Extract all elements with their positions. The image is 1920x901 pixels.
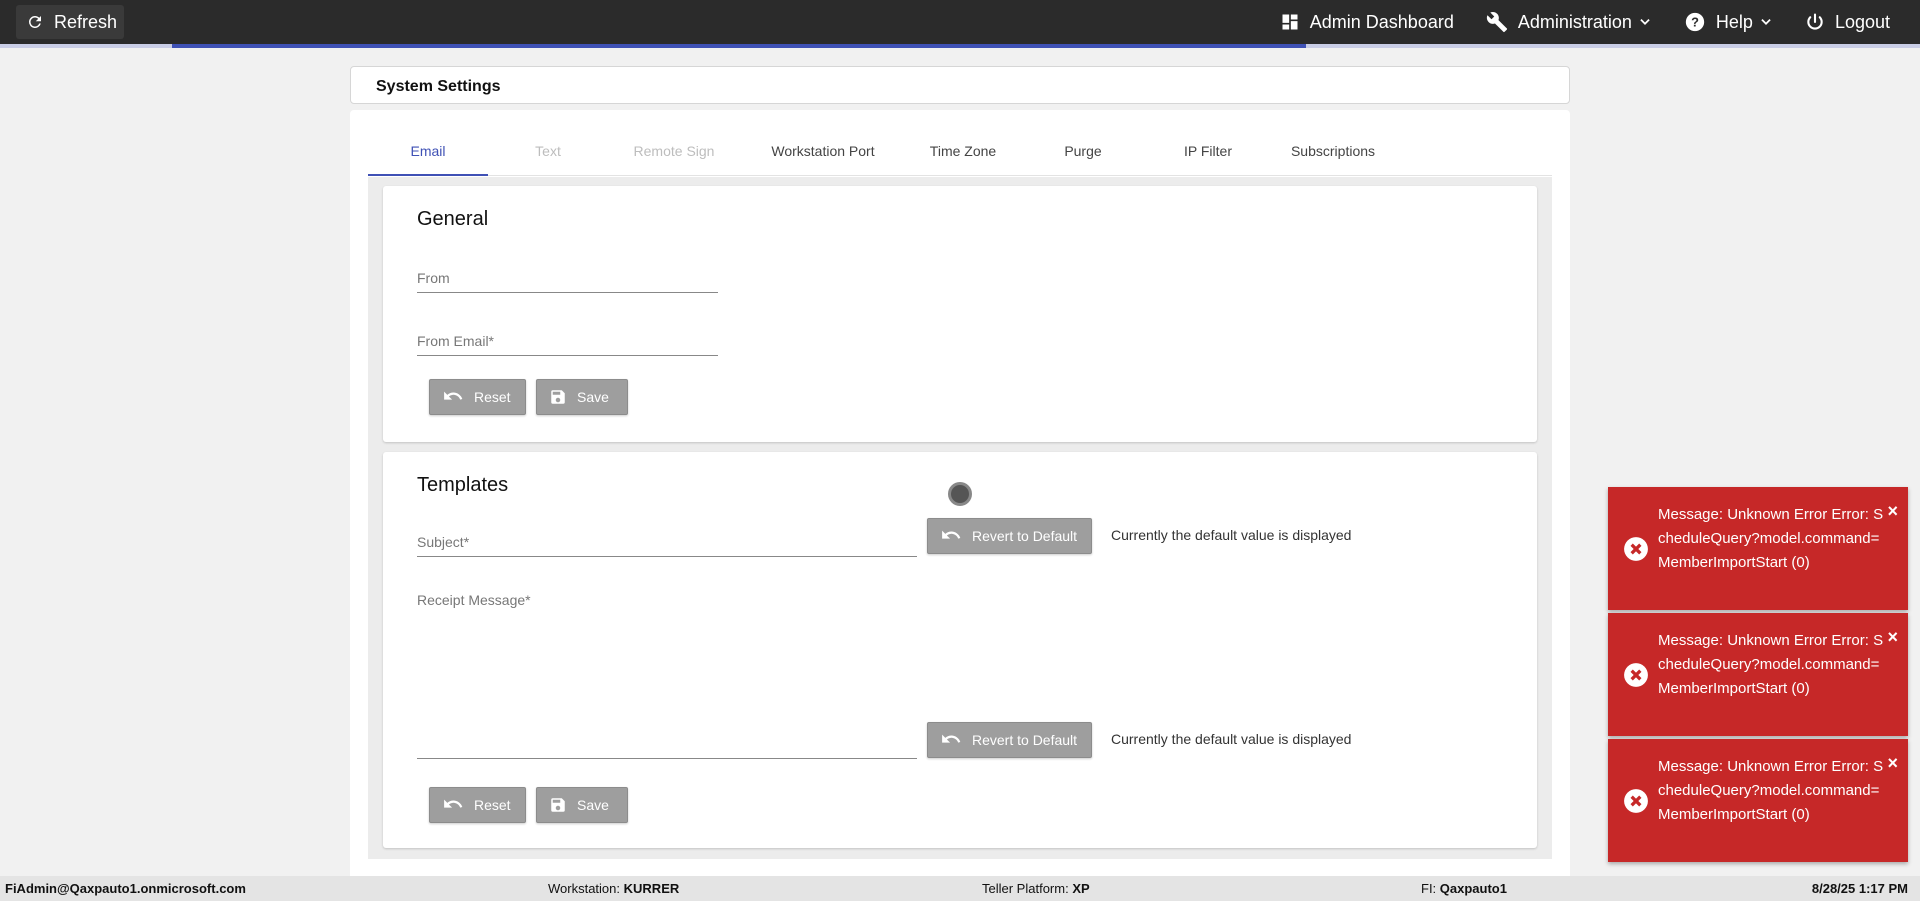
receipt-revert-button[interactable]: Revert to Default — [927, 722, 1092, 758]
status-workstation-label: Workstation: — [548, 881, 621, 896]
undo-icon — [940, 732, 962, 748]
undo-icon — [940, 528, 962, 544]
close-icon[interactable]: × — [1887, 627, 1898, 648]
templates-save-button[interactable]: Save — [536, 787, 628, 823]
status-platform-value: XP — [1072, 881, 1090, 896]
general-title: General — [417, 208, 489, 230]
refresh-icon — [28, 15, 41, 28]
close-icon[interactable]: × — [1887, 501, 1898, 522]
dashboard-icon — [1280, 12, 1300, 32]
page-title: System Settings — [350, 66, 1570, 104]
chevron-down-icon — [1638, 15, 1652, 29]
settings-tabs: Email Text Remote Sign Workstation Port … — [368, 132, 1552, 176]
status-fi: FI: Qaxpauto1 — [1421, 881, 1507, 896]
general-reset-label: Reset — [474, 389, 511, 405]
status-workstation: Workstation: KURRER — [548, 881, 679, 896]
wrench-icon — [1486, 11, 1508, 33]
tab-workstation-port[interactable]: Workstation Port — [748, 132, 898, 176]
tab-time-zone[interactable]: Time Zone — [898, 132, 1028, 176]
loading-progress-fill — [172, 44, 1306, 48]
error-toast[interactable]: Message: Unknown Error Error: ScheduleQu… — [1608, 739, 1908, 862]
error-circle-icon — [1623, 662, 1649, 693]
top-bar: Refresh Admin Dashboard Administration ?… — [0, 0, 1920, 44]
close-icon[interactable]: × — [1887, 753, 1898, 774]
general-save-label: Save — [577, 389, 609, 405]
error-circle-icon — [1623, 536, 1649, 567]
templates-reset-label: Reset — [474, 797, 511, 813]
subject-revert-label: Revert to Default — [972, 528, 1078, 544]
svg-text:?: ? — [1691, 15, 1699, 30]
chevron-down-icon — [1759, 15, 1773, 29]
general-reset-button[interactable]: Reset — [429, 379, 526, 415]
loading-progress-bar — [0, 44, 1920, 48]
status-fi-label: FI: — [1421, 881, 1437, 896]
help-icon: ? — [1684, 11, 1706, 33]
error-toast[interactable]: Message: Unknown Error Error: ScheduleQu… — [1608, 613, 1908, 736]
from-label: From — [417, 270, 450, 286]
error-toast-message: Message: Unknown Error Error: ScheduleQu… — [1658, 758, 1884, 823]
tab-remote-sign: Remote Sign — [633, 143, 715, 159]
error-toast[interactable]: Message: Unknown Error Error: ScheduleQu… — [1608, 487, 1908, 610]
error-toast-message: Message: Unknown Error Error: ScheduleQu… — [1658, 632, 1884, 697]
nav-logout[interactable]: Logout — [1805, 12, 1890, 33]
receipt-message-field[interactable]: Receipt Message* — [417, 592, 917, 759]
from-field[interactable]: From — [417, 261, 718, 293]
nav-admin-dashboard[interactable]: Admin Dashboard — [1280, 12, 1454, 33]
subject-field[interactable]: Subject* — [417, 525, 917, 557]
templates-section: Templates Subject* Revert to Default Cur… — [383, 452, 1537, 848]
subject-label: Subject* — [417, 534, 470, 550]
nav-administration[interactable]: Administration — [1486, 11, 1652, 33]
nav-logout-label: Logout — [1834, 11, 1890, 32]
power-icon — [1805, 12, 1825, 32]
tab-subscriptions[interactable]: Subscriptions — [1268, 132, 1398, 176]
subject-default-note: Currently the default value is displayed — [1111, 527, 1352, 543]
undo-icon — [442, 797, 464, 813]
subject-revert-button[interactable]: Revert to Default — [927, 518, 1092, 554]
receipt-revert-label: Revert to Default — [972, 732, 1078, 748]
nav-admin-dashboard-label: Admin Dashboard — [1309, 11, 1454, 32]
refresh-button[interactable]: Refresh — [16, 5, 124, 39]
floppy-disk-icon — [549, 796, 567, 814]
templates-reset-button[interactable]: Reset — [429, 787, 526, 823]
top-nav: Admin Dashboard Administration ? Help Lo… — [1248, 0, 1890, 44]
general-save-button[interactable]: Save — [536, 379, 628, 415]
tab-ip-filter[interactable]: IP Filter — [1148, 132, 1268, 176]
status-platform: Teller Platform: XP — [982, 881, 1090, 896]
status-workstation-value: KURRER — [623, 881, 680, 896]
nav-administration-label: Administration — [1517, 11, 1632, 32]
receipt-default-note: Currently the default value is displayed — [1111, 731, 1352, 747]
status-bar: FiAdmin@Qaxpauto1.onmicrosoft.com Workst… — [0, 876, 1920, 901]
nav-help-label: Help — [1715, 11, 1753, 32]
refresh-label: Refresh — [54, 11, 118, 32]
error-toast-message: Message: Unknown Error Error: ScheduleQu… — [1658, 506, 1884, 571]
nav-help[interactable]: ? Help — [1684, 11, 1773, 33]
status-user: FiAdmin@Qaxpauto1.onmicrosoft.com — [5, 881, 246, 896]
general-section: General From From Email* Reset Save — [383, 186, 1537, 442]
error-circle-icon — [1623, 788, 1649, 819]
tab-purge[interactable]: Purge — [1028, 132, 1138, 176]
tab-text: Text — [535, 143, 561, 159]
templates-title: Templates — [417, 474, 509, 496]
status-datetime: 8/28/25 1:17 PM — [1811, 881, 1908, 896]
receipt-message-label: Receipt Message* — [417, 592, 531, 608]
status-fi-value: Qaxpauto1 — [1439, 881, 1507, 896]
status-platform-label: Teller Platform: — [982, 881, 1069, 896]
floppy-disk-icon — [549, 388, 567, 406]
tab-email[interactable]: Email — [368, 132, 488, 176]
from-email-field[interactable]: From Email* — [417, 324, 718, 356]
from-email-label: From Email* — [417, 333, 495, 349]
undo-icon — [442, 389, 464, 405]
templates-save-label: Save — [577, 797, 609, 813]
mouse-cursor-indicator — [948, 482, 972, 506]
